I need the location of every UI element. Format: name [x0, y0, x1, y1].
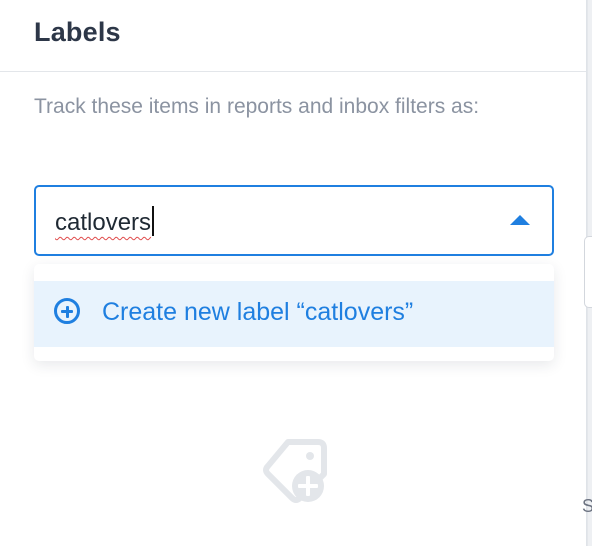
panel-title: Labels [34, 17, 121, 47]
label-dropdown: Create new label “catlovers” [34, 264, 554, 361]
plus-circle-icon [54, 298, 80, 324]
label-combobox[interactable]: catlovers [34, 185, 554, 256]
create-label-option[interactable]: Create new label “catlovers” [34, 281, 554, 347]
text-cursor [152, 206, 155, 236]
label-input[interactable]: catlovers [55, 206, 155, 237]
background-input-edge [584, 236, 592, 308]
create-label-option-text: Create new label “catlovers” [102, 298, 414, 326]
background-text-fragment: S [582, 496, 592, 516]
chevron-up-icon[interactable] [510, 215, 530, 225]
panel-header: Labels [0, 0, 586, 72]
label-input-value: catlovers [55, 209, 152, 236]
tag-add-icon [263, 439, 327, 503]
labels-panel: Labels Track these items in reports and … [0, 0, 587, 546]
panel-description: Track these items in reports and inbox f… [34, 95, 480, 118]
